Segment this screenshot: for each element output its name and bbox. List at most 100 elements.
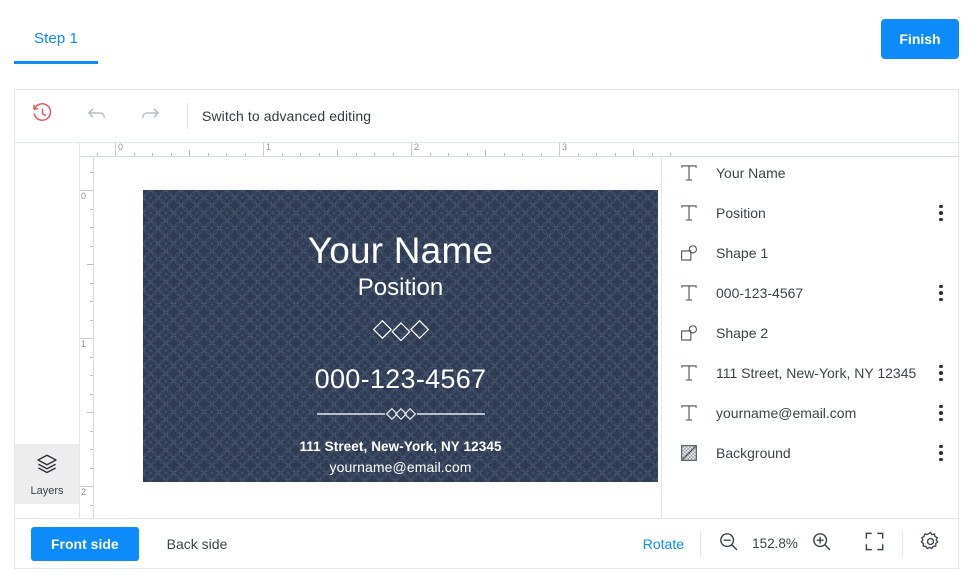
ruler-tick (90, 227, 93, 228)
rotate-button[interactable]: Rotate (643, 536, 684, 552)
ruler-label: 2 (414, 143, 420, 152)
text-layer-icon (676, 163, 702, 183)
tool-rail: Layers (15, 143, 80, 518)
ruler-tick (87, 412, 93, 413)
sidebar-item-layers-label: Layers (30, 484, 64, 497)
layer-row[interactable]: yourname@email.com (662, 393, 958, 433)
ruler-tick (448, 153, 449, 156)
ruler-tick (244, 153, 246, 156)
finish-button[interactable]: Finish (881, 19, 959, 59)
shape-layer-icon (676, 243, 702, 263)
layer-menu-icon[interactable] (932, 442, 950, 464)
workspace: Layers 0123 012 Your Name Position 000-1… (14, 143, 959, 518)
card-position-text[interactable]: Position (358, 274, 443, 301)
ruler-label: 1 (81, 339, 87, 349)
layer-menu-icon[interactable] (932, 202, 950, 224)
zoom-in-button[interactable] (810, 530, 833, 558)
ruler-tick (374, 153, 375, 156)
triple-diamond-ornament[interactable] (370, 319, 432, 350)
canvas-area[interactable]: Your Name Position 000-123-4567 111 Stre… (94, 157, 661, 518)
switch-advanced-editing-link[interactable]: Switch to advanced editing (202, 108, 371, 124)
card-phone-text[interactable]: 000-123-4567 (315, 366, 487, 393)
redo-button[interactable] (123, 90, 177, 142)
ruler-tick (300, 153, 301, 156)
text-layer-icon (676, 363, 702, 383)
card-address-text[interactable]: 111 Street, New-York, NY 12345 (299, 439, 501, 454)
ruler-tick (614, 153, 616, 156)
history-reset-button[interactable] (15, 90, 69, 142)
ruler-tick (503, 153, 505, 156)
ruler-tick (90, 301, 93, 302)
ruler-tick (318, 153, 320, 156)
tab-step-1-label: Step 1 (34, 30, 78, 47)
layer-label: Your Name (716, 165, 786, 181)
ruler-tick (670, 153, 671, 156)
ruler-tick (411, 143, 412, 156)
ruler-label: 0 (81, 191, 87, 201)
layer-row[interactable]: 000-123-4567 (662, 273, 958, 313)
layer-row[interactable]: Shape 1 (662, 233, 958, 273)
tab-step-1[interactable]: Step 1 (14, 0, 98, 70)
fit-to-screen-button[interactable] (863, 530, 886, 558)
ruler-tick (651, 153, 653, 156)
ruler-tick (207, 153, 209, 156)
ruler-tick (87, 264, 93, 265)
ruler-tick (90, 393, 93, 395)
ruler-tick (90, 504, 93, 506)
settings-button[interactable] (919, 530, 942, 558)
sidebar-item-layers[interactable]: Layers (15, 444, 79, 504)
front-side-button[interactable]: Front side (31, 526, 139, 561)
zoom-out-button[interactable] (717, 530, 740, 558)
fit-to-screen-icon (863, 530, 886, 558)
zoom-out-icon (717, 530, 740, 558)
ruler-tick (596, 153, 597, 156)
ruler-tick (466, 153, 468, 156)
business-card-front[interactable]: Your Name Position 000-123-4567 111 Stre… (143, 190, 658, 482)
undo-arrow-icon (85, 102, 108, 130)
line-diamond-divider-ornament[interactable] (315, 406, 487, 427)
layer-label: 111 Street, New-York, NY 12345 (716, 365, 917, 381)
redo-arrow-icon (139, 102, 162, 130)
vertical-ruler[interactable]: 0 1 2 (80, 157, 94, 518)
ruler-tick (226, 153, 227, 156)
ruler-tick (355, 153, 357, 156)
ruler-tick (337, 150, 338, 156)
top-bar: Step 1 Finish (0, 0, 973, 75)
zoom-in-icon (810, 530, 833, 558)
layer-menu-icon[interactable] (932, 282, 950, 304)
ruler-tick (577, 153, 579, 156)
layer-row[interactable]: Position (662, 193, 958, 233)
shape-layer-icon (676, 323, 702, 343)
layer-row[interactable]: Shape 2 (662, 313, 958, 353)
ruler-tick (90, 467, 93, 469)
layer-menu-icon[interactable] (932, 362, 950, 384)
card-email-text[interactable]: yourname@email.com (329, 459, 471, 475)
step-tabs: Step 1 (14, 0, 98, 75)
ruler-tick (485, 150, 486, 156)
back-side-button[interactable]: Back side (147, 527, 248, 561)
ruler-tick (96, 153, 98, 156)
ruler-tick (633, 150, 634, 156)
layer-row[interactable]: Background (662, 433, 958, 473)
layer-label: Position (716, 205, 766, 221)
ruler-label: 3 (562, 143, 568, 152)
ruler-tick (115, 143, 116, 156)
zoom-level-value[interactable]: 152.8% (750, 536, 800, 551)
app-root: Step 1 Finish Switch to advanced editing… (0, 0, 973, 585)
ruler-label: 0 (118, 143, 124, 152)
card-name-text[interactable]: Your Name (308, 231, 494, 271)
ruler-tick (90, 319, 93, 321)
horizontal-ruler[interactable]: 0 1 2 3 (80, 143, 958, 157)
layer-menu-icon[interactable] (932, 402, 950, 424)
toolbar-divider (187, 103, 188, 129)
layers-panel: Your Name Position Shape 1 000-123-4567 Shap… (661, 143, 958, 518)
layer-row[interactable]: Your Name (662, 153, 958, 193)
ruler-tick (189, 150, 190, 156)
editor-toolbar: Switch to advanced editing (14, 89, 959, 143)
ruler-tick (540, 153, 542, 156)
undo-button[interactable] (69, 90, 123, 142)
ruler-tick (170, 153, 172, 156)
bottom-divider-1 (700, 531, 701, 556)
layer-row[interactable]: 111 Street, New-York, NY 12345 (662, 353, 958, 393)
ruler-tick (559, 143, 560, 156)
